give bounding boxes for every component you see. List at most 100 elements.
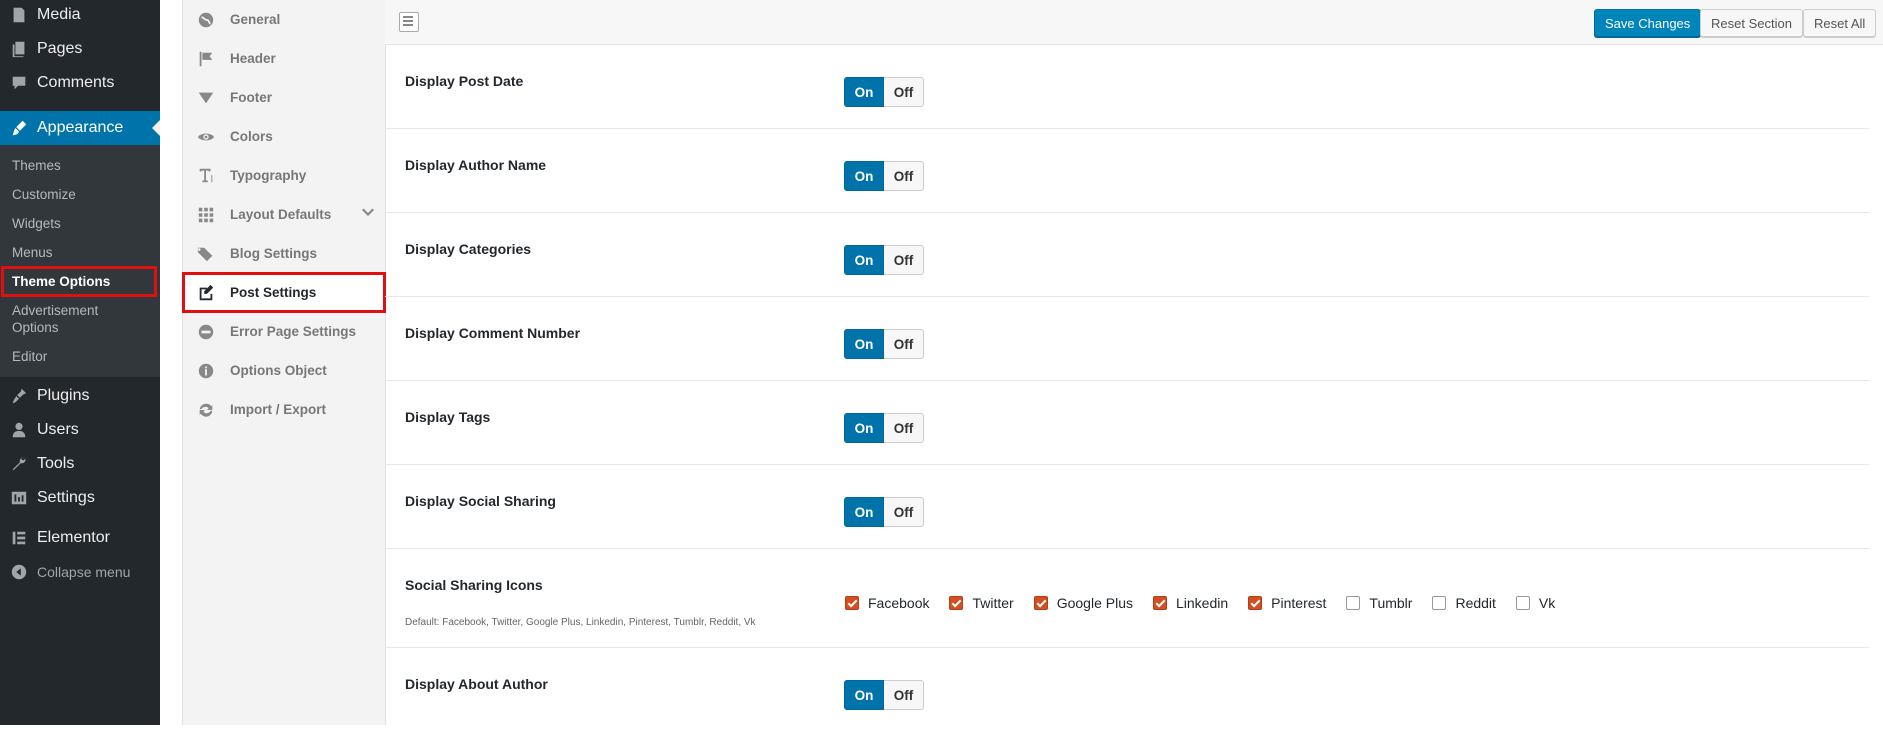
checkbox-label: Tumblr <box>1369 595 1413 611</box>
switch-on-button[interactable]: On <box>844 413 884 443</box>
checkbox-box[interactable] <box>1515 596 1530 610</box>
menu-item-settings[interactable]: Settings <box>0 481 160 515</box>
text-icon <box>196 166 216 186</box>
switch-off-button[interactable]: Off <box>884 329 924 359</box>
author-name-switch: On Off <box>844 161 924 191</box>
options-toolbar: Save Changes Reset Section Reset All <box>385 0 1883 45</box>
nav-blog-settings[interactable]: Blog Settings <box>183 234 385 273</box>
switch-on-button[interactable]: On <box>844 497 884 527</box>
chevron-down-icon[interactable] <box>361 206 375 220</box>
nav-label: General <box>230 12 281 27</box>
menu-item-tools[interactable]: Tools <box>0 447 160 481</box>
switch-on-button[interactable]: On <box>844 77 884 107</box>
nav-general[interactable]: General <box>183 0 385 39</box>
menu-item-pages[interactable]: Pages <box>0 32 160 66</box>
submenu-themes[interactable]: Themes <box>0 151 160 180</box>
info-icon <box>196 361 216 381</box>
checkbox-box[interactable] <box>1346 596 1361 610</box>
settings-icon <box>9 488 29 508</box>
reset-all-button[interactable]: Reset All <box>1803 9 1877 37</box>
switch-off-button[interactable]: Off <box>884 497 924 527</box>
menu-item-appearance[interactable]: Appearance <box>0 111 160 145</box>
nav-error-page-settings[interactable]: Error Page Settings <box>183 312 385 351</box>
switch-on-button[interactable]: On <box>844 161 884 191</box>
switch-off-button[interactable]: Off <box>884 413 924 443</box>
checkbox-label: Pinterest <box>1271 595 1327 611</box>
nav-label: Options Object <box>230 363 327 378</box>
checkbox-box[interactable] <box>949 596 964 610</box>
nav-label: Layout Defaults <box>230 207 332 222</box>
submenu-theme-options[interactable]: Theme Options <box>1 266 157 297</box>
menu-label: Collapse menu <box>37 564 131 580</box>
checkbox-box[interactable] <box>1432 596 1447 610</box>
checkbox-box[interactable] <box>845 596 859 610</box>
nav-options-object[interactable]: Options Object <box>183 351 385 390</box>
submenu-widgets[interactable]: Widgets <box>0 209 160 238</box>
checkbox-label: Facebook <box>868 595 930 611</box>
flag-icon <box>196 49 216 69</box>
submenu-customize[interactable]: Customize <box>0 180 160 209</box>
paintbrush-icon <box>9 118 29 138</box>
menu-item-elementor[interactable]: Elementor <box>0 521 160 555</box>
save-changes-button[interactable]: Save Changes <box>1594 9 1702 37</box>
setting-description: Default: Facebook, Twitter, Google Plus,… <box>405 617 756 628</box>
nav-colors[interactable]: Colors <box>183 117 385 156</box>
nav-layout-defaults[interactable]: Layout Defaults <box>183 195 385 234</box>
categories-switch: On Off <box>844 245 924 275</box>
expand-options-icon[interactable] <box>399 12 419 32</box>
checkbox-google-plus[interactable]: Google Plus <box>1033 595 1133 611</box>
submenu-menus[interactable]: Menus <box>0 238 160 267</box>
submenu-editor[interactable]: Editor <box>0 342 160 371</box>
setting-label: Display Author Name <box>405 157 547 173</box>
admin-menu: Media Pages Comments Appearance Themes C… <box>0 0 160 725</box>
menu-label: Elementor <box>37 529 110 546</box>
setting-row-categories: Display Categories On Off <box>385 213 1869 297</box>
checkbox-twitter[interactable]: Twitter <box>949 595 1014 611</box>
collapse-menu-button[interactable]: Collapse menu <box>0 555 160 589</box>
setting-row-comment-number: Display Comment Number On Off <box>385 297 1869 381</box>
checkbox-linkedin[interactable]: Linkedin <box>1153 595 1228 611</box>
switch-on-button[interactable]: On <box>844 245 884 275</box>
nav-label: Colors <box>230 129 273 144</box>
menu-label: Tools <box>37 455 75 472</box>
checkbox-box[interactable] <box>1248 596 1263 610</box>
menu-item-plugins[interactable]: Plugins <box>0 379 160 413</box>
plugin-icon <box>9 386 29 406</box>
setting-row-author-name: Display Author Name On Off <box>385 129 1869 213</box>
checkbox-box[interactable] <box>1033 596 1048 610</box>
nav-header[interactable]: Header <box>183 39 385 78</box>
menu-item-comments[interactable]: Comments <box>0 66 160 100</box>
checkbox-vk[interactable]: Vk <box>1515 595 1556 611</box>
nav-typography[interactable]: Typography <box>183 156 385 195</box>
reset-section-button[interactable]: Reset Section <box>1700 9 1803 37</box>
post-settings-panel: Display Post Date On Off Display Author … <box>385 45 1869 731</box>
setting-label: Display Categories <box>405 241 532 257</box>
tags-icon <box>196 244 216 264</box>
menu-item-users[interactable]: Users <box>0 413 160 447</box>
checkbox-label: Vk <box>1538 595 1556 611</box>
checkbox-pinterest[interactable]: Pinterest <box>1248 595 1326 611</box>
post-date-switch: On Off <box>844 77 924 107</box>
setting-row-tags: Display Tags On Off <box>385 381 1869 465</box>
switch-off-button[interactable]: Off <box>884 680 924 710</box>
nav-label: Import / Export <box>230 402 327 417</box>
switch-on-button[interactable]: On <box>844 329 884 359</box>
menu-item-media[interactable]: Media <box>0 0 160 32</box>
switch-off-button[interactable]: Off <box>884 161 924 191</box>
checkbox-box[interactable] <box>1153 596 1167 610</box>
switch-off-button[interactable]: Off <box>884 77 924 107</box>
nav-footer[interactable]: Footer <box>183 78 385 117</box>
menu-label: Pages <box>37 40 83 57</box>
checkbox-reddit[interactable]: Reddit <box>1432 595 1496 611</box>
setting-label: Display Social Sharing <box>405 493 556 509</box>
checkbox-label: Twitter <box>972 595 1014 611</box>
setting-row-post-date: Display Post Date On Off <box>385 45 1869 129</box>
nav-label: Typography <box>230 168 307 183</box>
checkbox-tumblr[interactable]: Tumblr <box>1346 595 1412 611</box>
switch-on-button[interactable]: On <box>844 680 884 710</box>
nav-import-export[interactable]: Import / Export <box>183 390 385 429</box>
switch-off-button[interactable]: Off <box>884 245 924 275</box>
checkbox-facebook[interactable]: Facebook <box>845 595 929 611</box>
nav-post-settings[interactable]: Post Settings <box>182 272 386 313</box>
submenu-advertisement-options[interactable]: Advertisement Options <box>0 296 124 342</box>
